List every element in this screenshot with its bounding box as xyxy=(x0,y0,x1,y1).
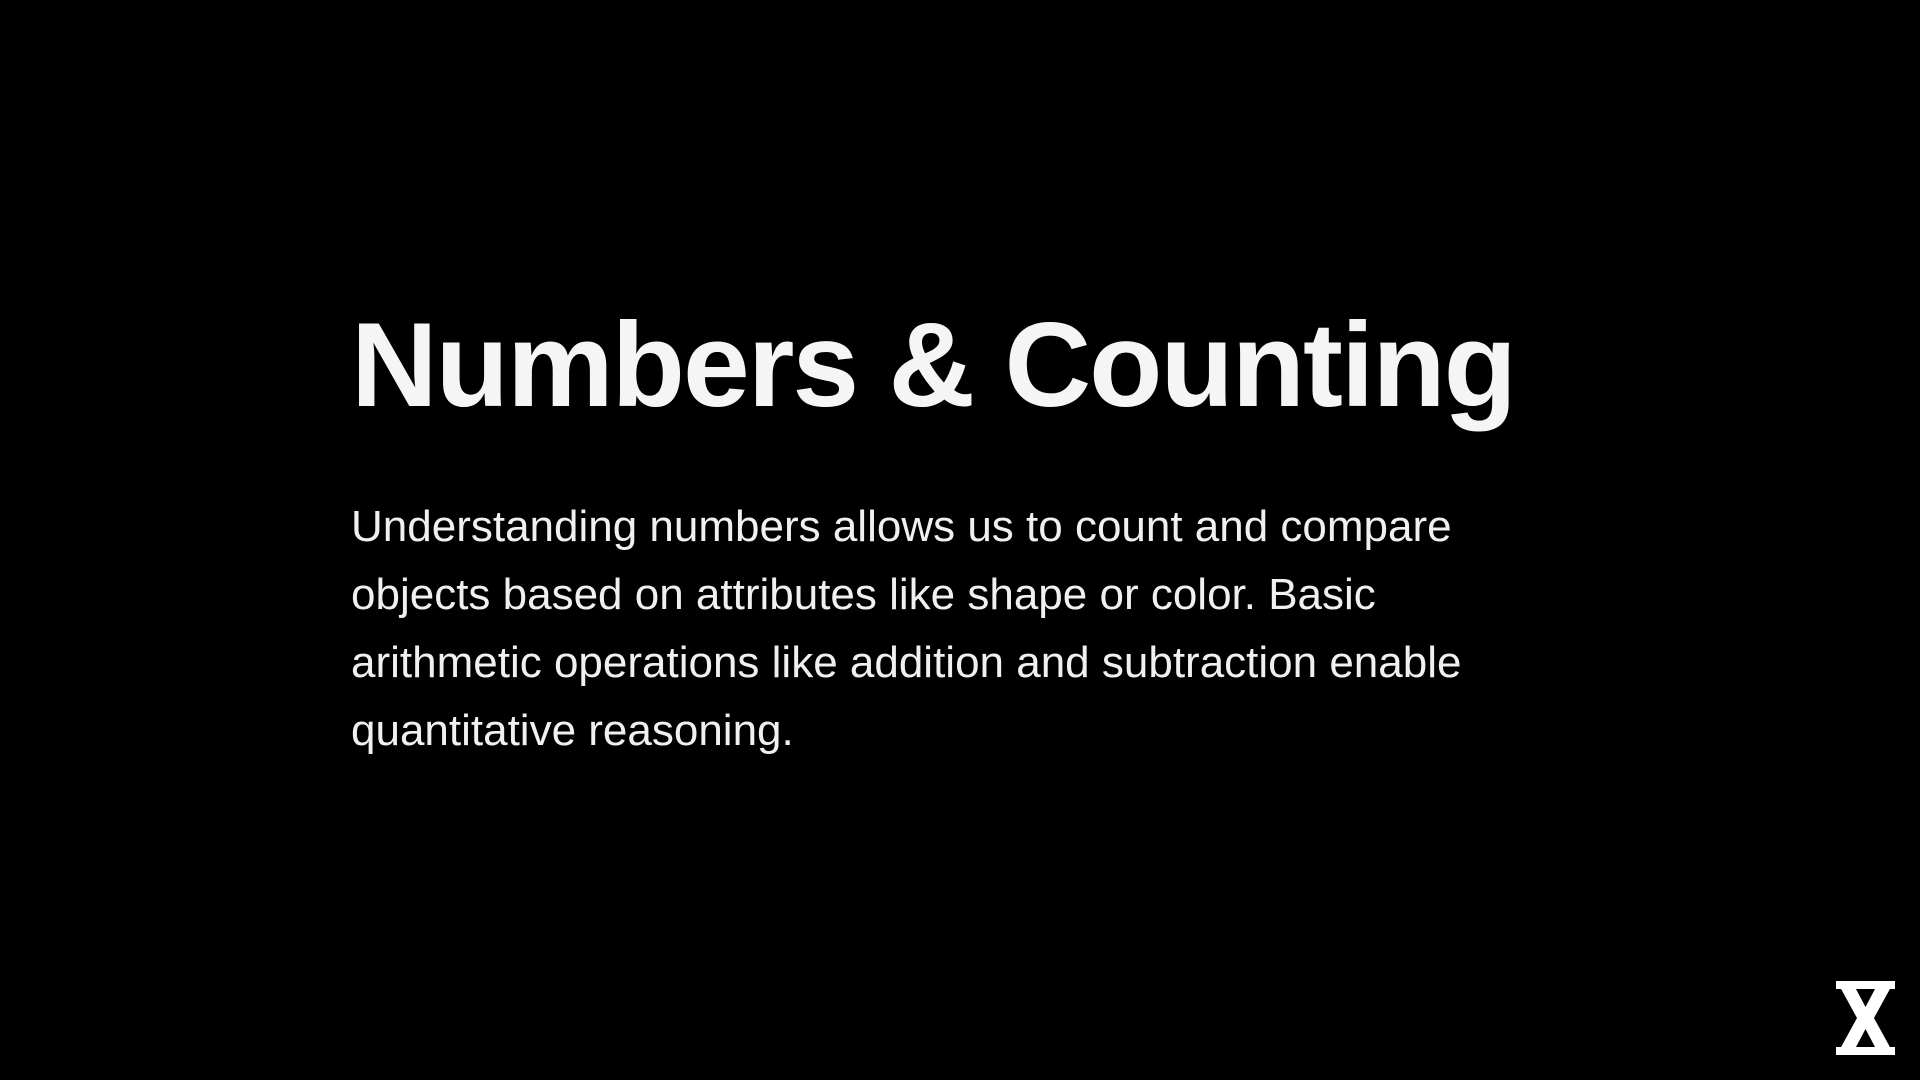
slide: Numbers & Counting Understanding numbers… xyxy=(0,0,1920,1080)
slide-content: Numbers & Counting Understanding numbers… xyxy=(351,295,1551,765)
slide-body-text: Understanding numbers allows us to count… xyxy=(351,502,1462,755)
slide-title: Numbers & Counting xyxy=(351,298,1517,432)
hourglass-x-logo-icon xyxy=(1836,981,1895,1055)
